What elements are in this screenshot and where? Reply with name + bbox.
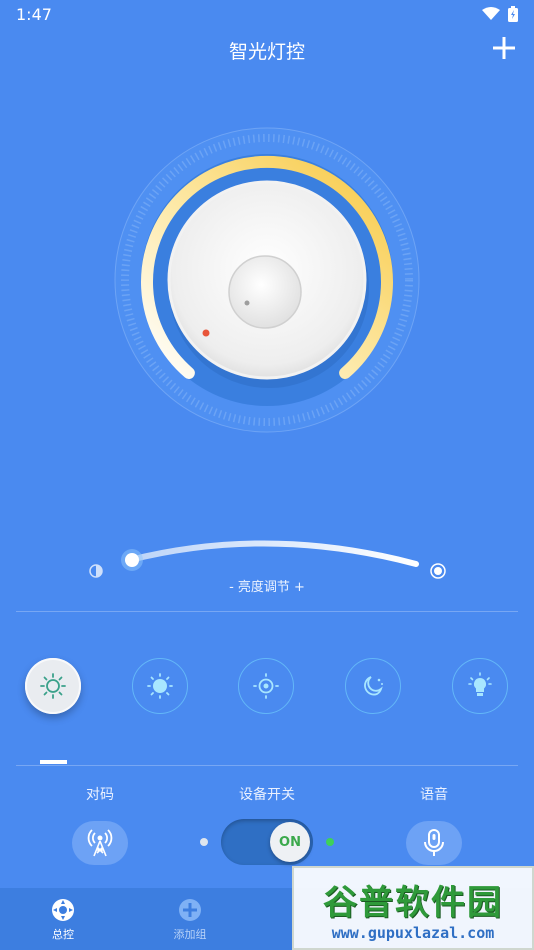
signal-tower-icon (87, 829, 113, 857)
master-control-icon (52, 899, 74, 921)
divider-bottom (16, 765, 518, 766)
sun-icon (147, 673, 173, 699)
status-bar: 1:47 (0, 0, 534, 28)
brightness-label: - 亮度调节 + (229, 580, 305, 595)
dial-indicator-dot (202, 329, 210, 337)
mode-sun-full[interactable] (132, 658, 188, 714)
watermark: 谷普软件园 www.gupuxlazal.com (292, 866, 534, 950)
mode-sun-outline[interactable] (25, 658, 81, 714)
pair-label: 对码 (86, 787, 114, 803)
watermark-title: 谷普软件园 (323, 882, 503, 923)
led-off (200, 838, 208, 846)
mode-bulb[interactable] (452, 658, 508, 714)
led-on (326, 838, 334, 846)
divider-top (16, 611, 518, 612)
voice-label: 语音 (420, 787, 448, 803)
nav-label-add-group: 添加组 (173, 928, 207, 941)
app-header: 智光灯控 (0, 28, 534, 72)
mode-moon[interactable] (345, 658, 401, 714)
dial-center-dot (244, 300, 250, 306)
sun-dot-icon (253, 673, 279, 699)
power-label: 设备开关 (239, 787, 295, 803)
toggle-knob: ON (270, 822, 310, 862)
dial-center-cap (228, 255, 302, 329)
moon-icon (364, 676, 383, 696)
power-toggle[interactable]: ON (221, 819, 313, 865)
slider-track (127, 540, 419, 567)
plus-icon[interactable] (490, 34, 518, 62)
watermark-url: www.gupuxlazal.com (331, 923, 495, 942)
mode-sun-dot[interactable] (238, 658, 294, 714)
battery-charging-icon (508, 6, 518, 22)
voice-button[interactable] (406, 821, 462, 865)
brightness-dial[interactable] (0, 120, 534, 460)
nav-label-master: 总控 (52, 928, 74, 941)
wifi-icon (482, 7, 500, 20)
slider-thumb-core (125, 553, 139, 567)
mode-selector (0, 658, 534, 716)
nav-item-master[interactable]: 总控 (18, 898, 108, 942)
status-time: 1:47 (16, 4, 52, 24)
add-group-icon (179, 899, 201, 921)
bulb-icon (468, 672, 492, 696)
nav-item-add-group[interactable]: 添加组 (145, 898, 235, 942)
status-icons (482, 6, 518, 22)
microphone-icon (424, 829, 444, 856)
tab-indicator (40, 760, 67, 764)
sun-outline-icon (40, 673, 66, 699)
pair-button[interactable] (72, 821, 128, 865)
page-title: 智光灯控 (228, 40, 305, 63)
